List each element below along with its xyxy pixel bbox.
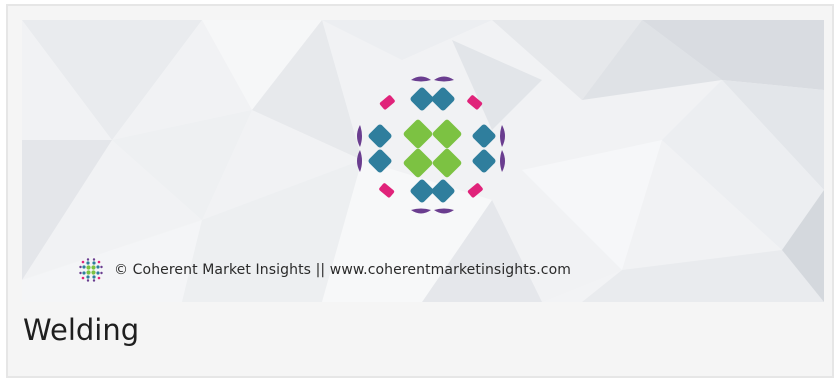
banner-image[interactable]: © Coherent Market Insights || www.cohere…	[22, 20, 824, 302]
card-title[interactable]: Welding	[23, 313, 139, 347]
coherent-market-insights-small-logo-icon	[79, 258, 103, 282]
watermark: © Coherent Market Insights || www.cohere…	[78, 256, 571, 284]
article-card[interactable]: © Coherent Market Insights || www.cohere…	[6, 4, 834, 378]
coherent-market-insights-logo-icon	[357, 76, 505, 214]
watermark-text: © Coherent Market Insights || www.cohere…	[114, 262, 572, 278]
